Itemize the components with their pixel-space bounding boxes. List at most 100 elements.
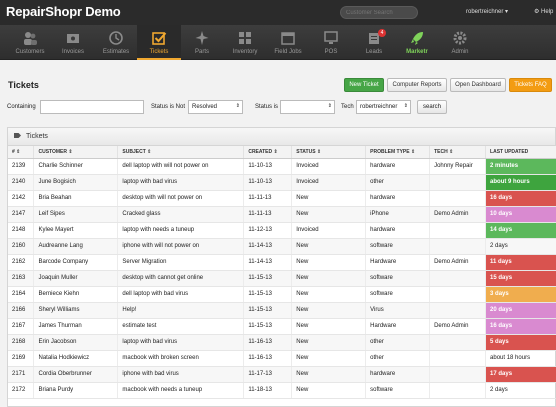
- customer-link[interactable]: Natalia Hodkiewicz: [33, 350, 119, 367]
- ticket-subject[interactable]: Help!: [117, 302, 245, 319]
- ticket-subject[interactable]: Server Migration: [117, 254, 245, 271]
- ticket-subject[interactable]: Cracked glass: [117, 206, 245, 223]
- ticket-subject[interactable]: dell laptop with will not power on: [117, 158, 245, 175]
- table-row[interactable]: 2171 Cordia Oberbrunner iphone with bad vi…: [8, 366, 556, 383]
- table-row[interactable]: 2140 June Bogisich laptop with bad virus 11…: [8, 174, 556, 191]
- ticket-subject[interactable]: macbook with broken screen: [117, 350, 245, 367]
- customer-link[interactable]: Berniece Kiehn: [33, 286, 119, 303]
- table-row[interactable]: 2167 James Thurman estimate test 11-15-13 Ne…: [8, 318, 556, 335]
- nav-invoices[interactable]: Invoices: [51, 25, 95, 60]
- ticket-subject[interactable]: iphone with will not power on: [117, 238, 245, 255]
- customer-link[interactable]: James Thurman: [33, 318, 119, 335]
- ticket-number[interactable]: 2148: [8, 222, 35, 239]
- customer-link[interactable]: June Bogisich: [33, 174, 119, 191]
- table-row[interactable]: 2169 Natalia Hodkiewicz macbook with broke…: [8, 350, 556, 367]
- ticket-number[interactable]: 2168: [8, 334, 35, 351]
- ticket-number[interactable]: 2169: [8, 350, 35, 367]
- nav-label: Inventory: [232, 49, 258, 55]
- ticket-number[interactable]: 2167: [8, 318, 35, 335]
- customer-link[interactable]: Briana Purdy: [33, 382, 119, 399]
- customer-link[interactable]: Barcode Company: [33, 254, 119, 271]
- ticket-subject[interactable]: laptop with bad virus: [117, 334, 245, 351]
- nav-tickets[interactable]: Tickets: [137, 25, 181, 60]
- column-header[interactable]: LAST UPDATED: [485, 146, 556, 159]
- tickets-faq-button[interactable]: Tickets FAQ: [509, 78, 552, 92]
- nav-marketr[interactable]: Marketr: [395, 25, 439, 60]
- customer-link[interactable]: Kylee Mayert: [33, 222, 119, 239]
- computer-reports-button[interactable]: Computer Reports: [387, 78, 447, 92]
- ticket-subject[interactable]: macbook with needs a tuneup: [117, 382, 245, 399]
- ticket-number[interactable]: 2162: [8, 254, 35, 271]
- ticket-number[interactable]: 2163: [8, 270, 35, 287]
- customer-link[interactable]: Audreanne Lang: [33, 238, 119, 255]
- table-row[interactable]: 2139 Charlie Schinner dell laptop with wil…: [8, 158, 556, 175]
- nav-leads[interactable]: 4 Leads: [352, 25, 396, 60]
- nav-estimates[interactable]: Estimates: [94, 25, 138, 60]
- ticket-number[interactable]: 2166: [8, 302, 35, 319]
- ticket-number[interactable]: 2171: [8, 366, 35, 383]
- created-date: 11-15-13: [243, 318, 293, 335]
- customer-search-input[interactable]: [340, 6, 418, 19]
- nav-parts[interactable]: Parts: [180, 25, 224, 60]
- search-button[interactable]: search: [417, 100, 448, 114]
- status-select[interactable]: ⇕: [280, 100, 335, 114]
- ticket-number[interactable]: 2147: [8, 206, 35, 223]
- containing-input[interactable]: [40, 100, 144, 114]
- table-row[interactable]: 2163 Joaquin Muller desktop with cannot ge…: [8, 270, 556, 287]
- ticket-number[interactable]: 2140: [8, 174, 35, 191]
- nav-pos[interactable]: POS: [309, 25, 353, 60]
- ticket-status: Invoiced: [291, 174, 367, 191]
- open-dashboard-button[interactable]: Open Dashboard: [450, 78, 506, 92]
- panel-title: Tickets: [26, 133, 48, 140]
- customer-link[interactable]: Charlie Schinner: [33, 158, 119, 175]
- nav-field-jobs[interactable]: Field Jobs: [266, 25, 310, 60]
- ticket-subject[interactable]: estimate test: [117, 318, 245, 335]
- column-header[interactable]: # ⇕: [8, 146, 35, 159]
- ticket-subject[interactable]: laptop with bad virus: [117, 174, 245, 191]
- customer-link[interactable]: Leif Sipes: [33, 206, 119, 223]
- table-row[interactable]: 2147 Leif Sipes Cracked glass 11-11-13 New iP…: [8, 206, 556, 223]
- ticket-number[interactable]: 2142: [8, 190, 35, 207]
- customer-link[interactable]: Joaquin Muller: [33, 270, 119, 287]
- ticket-status: New: [291, 190, 367, 207]
- ticket-subject[interactable]: desktop with cannot get online: [117, 270, 245, 287]
- column-header[interactable]: SUBJECT ⇕: [117, 146, 245, 159]
- ticket-subject[interactable]: dell laptop with bad virus: [117, 286, 245, 303]
- nav-customers[interactable]: Customers: [8, 25, 52, 60]
- table-row[interactable]: 2142 Bria Beahan desktop with will not pow…: [8, 190, 556, 207]
- customer-link[interactable]: Sheryl Williams: [33, 302, 119, 319]
- assigned-tech: [429, 366, 487, 383]
- app-brand[interactable]: RepairShopr Demo: [6, 4, 121, 19]
- ticket-status: New: [291, 206, 367, 223]
- customer-link[interactable]: Erin Jacobson: [33, 334, 119, 351]
- table-row[interactable]: 2166 Sheryl Williams Help! 11-15-13 New Virus…: [8, 302, 556, 319]
- table-row[interactable]: 2160 Audreanne Lang iphone with will not p…: [8, 238, 556, 255]
- new-ticket-button[interactable]: New Ticket: [344, 78, 384, 92]
- column-header[interactable]: CUSTOMER ⇕: [33, 146, 119, 159]
- table-row[interactable]: 2148 Kylee Mayert laptop with needs a tune…: [8, 222, 556, 239]
- customer-link[interactable]: Bria Beahan: [33, 190, 119, 207]
- column-header[interactable]: PROBLEM TYPE ⇕: [365, 146, 431, 159]
- ticket-number[interactable]: 2172: [8, 382, 35, 399]
- nav-admin[interactable]: Admin: [438, 25, 482, 60]
- user-menu[interactable]: robertreichner ▾: [466, 8, 508, 15]
- tech-select[interactable]: robertreichner ⇕: [356, 100, 411, 114]
- customer-link[interactable]: Cordia Oberbrunner: [33, 366, 119, 383]
- ticket-number[interactable]: 2139: [8, 158, 35, 175]
- column-header[interactable]: TECH ⇕: [429, 146, 487, 159]
- status-not-select[interactable]: Resolved ⇕: [188, 100, 243, 114]
- column-header[interactable]: CREATED ⇕: [243, 146, 293, 159]
- table-row[interactable]: 2162 Barcode Company Server Migration 11-14…: [8, 254, 556, 271]
- table-row[interactable]: 2164 Berniece Kiehn dell laptop with bad v…: [8, 286, 556, 303]
- nav-inventory[interactable]: Inventory: [223, 25, 267, 60]
- help-link[interactable]: ⚙ Help: [534, 8, 553, 15]
- table-row[interactable]: 2172 Briana Purdy macbook with needs a tun…: [8, 382, 556, 399]
- ticket-subject[interactable]: desktop with will not power on: [117, 190, 245, 207]
- ticket-number[interactable]: 2160: [8, 238, 35, 255]
- column-header[interactable]: STATUS ⇕: [291, 146, 367, 159]
- table-row[interactable]: 2168 Erin Jacobson laptop with bad virus 11…: [8, 334, 556, 351]
- created-date: 11-10-13: [243, 174, 293, 191]
- ticket-subject[interactable]: laptop with needs a tuneup: [117, 222, 245, 239]
- ticket-subject[interactable]: iphone with bad virus: [117, 366, 245, 383]
- ticket-number[interactable]: 2164: [8, 286, 35, 303]
